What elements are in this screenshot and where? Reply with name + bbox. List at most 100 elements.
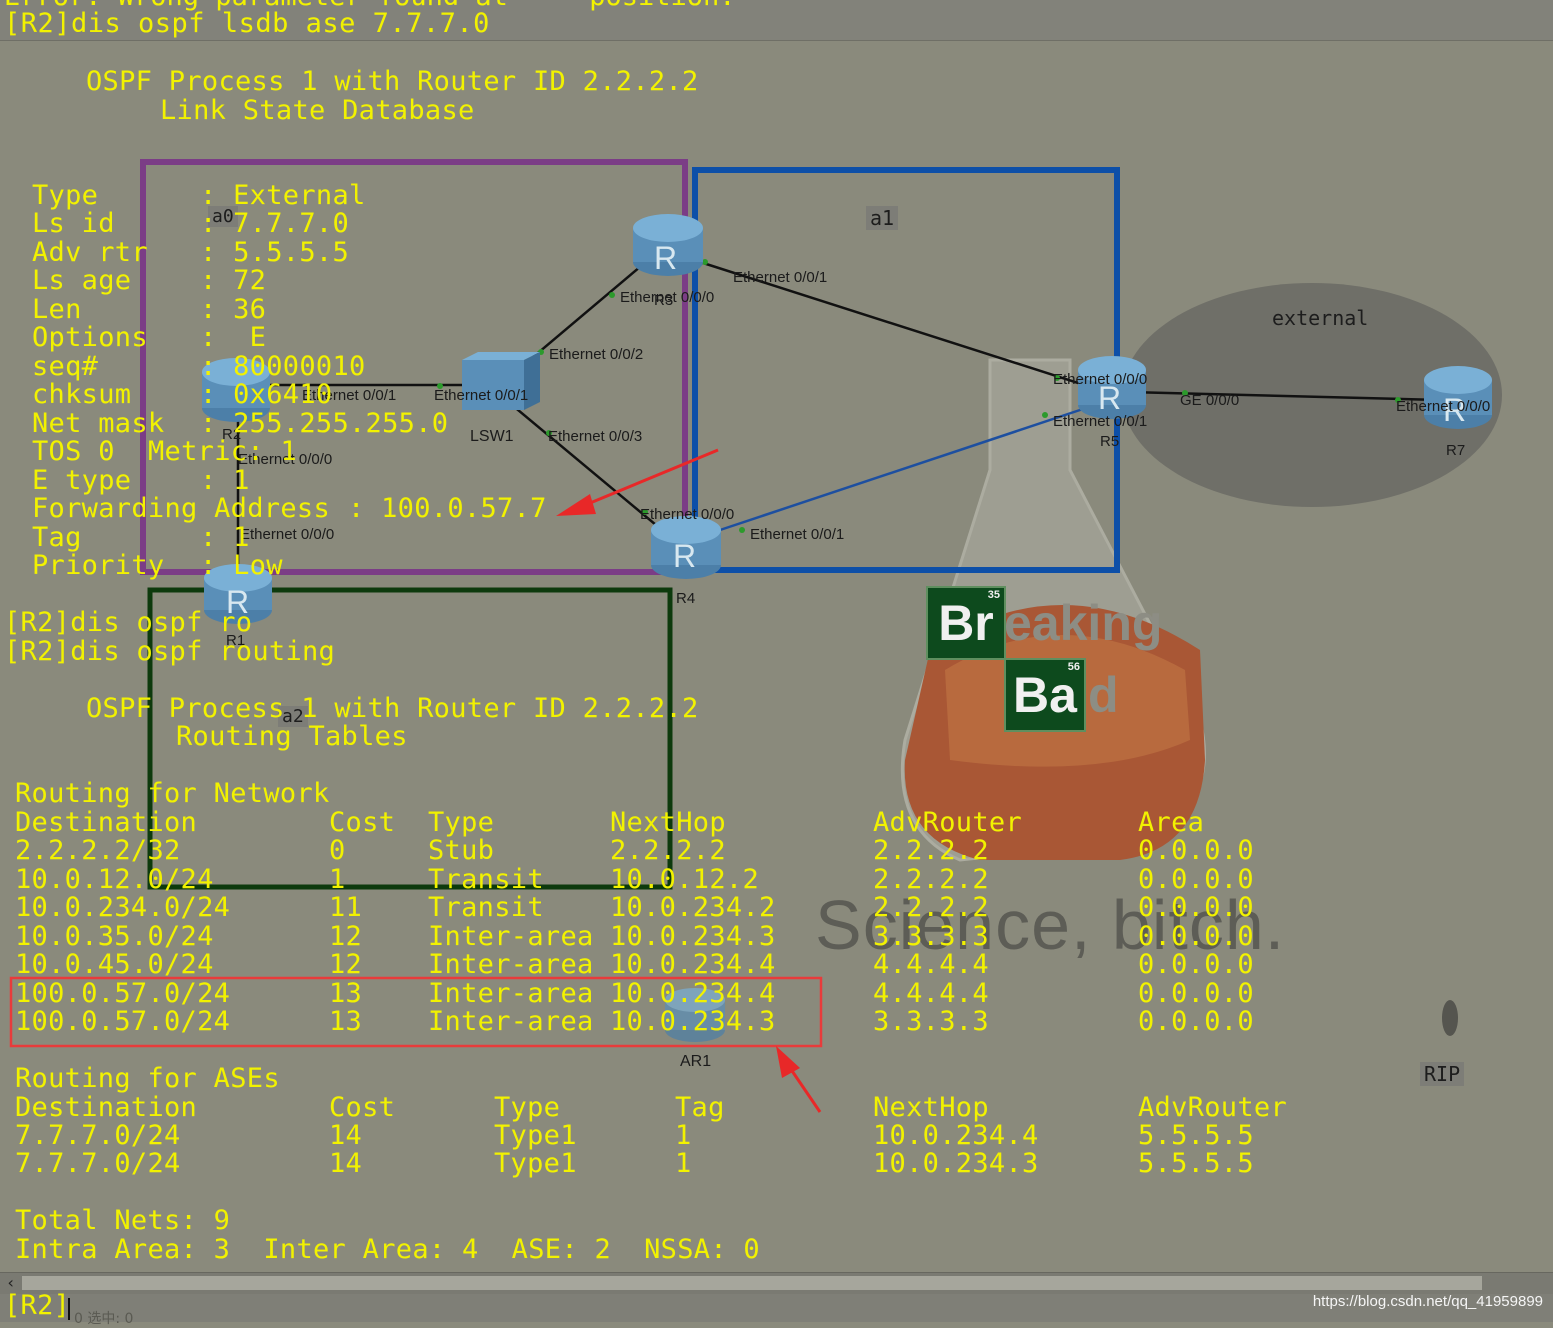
table-cell: 0.0.0.0 <box>1138 921 1254 952</box>
area-summary-line: Intra Area: 3 Inter Area: 4 ASE: 2 NSSA:… <box>15 1234 760 1265</box>
table-cell: 10.0.12.0/24 <box>15 864 214 895</box>
table-cell: 5.5.5.5 <box>1138 1120 1254 1151</box>
lsdb-field-label: Type <box>32 180 99 211</box>
wallpaper-rest2: d <box>1088 667 1119 723</box>
command-history-1: [R2]dis ospf ro <box>4 607 253 638</box>
table-cell: 10.0.234.3 <box>610 1006 776 1037</box>
lsdb-field-value: : 5.5.5.5 <box>200 237 349 268</box>
port-label: Ethernet 0/0/0 <box>640 506 735 523</box>
table-cell: 10.0.234.2 <box>610 892 776 923</box>
device-label-r5: R5 <box>1100 433 1120 450</box>
lsdb-field-label: Forwarding Address <box>32 493 330 524</box>
wallpaper-num-35: 35 <box>987 589 1000 601</box>
lsdb-field-value: : 255.255.255.0 <box>200 408 449 439</box>
table-cell: 1 <box>675 1148 692 1179</box>
lsdb-field-value: : External <box>200 180 366 211</box>
table-cell: 3.3.3.3 <box>873 921 989 952</box>
column-header: NextHop <box>610 807 726 838</box>
lsdb-field-label: Net mask <box>32 408 165 439</box>
lsdb-header-line1: OSPF Process 1 with Router ID 2.2.2.2 <box>86 66 699 97</box>
port-label: Ethernet 0/0/1 <box>1053 413 1148 430</box>
input-prompt[interactable]: [R2] <box>4 1291 70 1321</box>
table-cell: 13 <box>329 1006 363 1037</box>
table-cell: 2.2.2.2 <box>610 835 726 866</box>
external-area-label: external <box>1272 306 1369 330</box>
lsdb-field-value: : 7.7.7.0 <box>200 208 349 239</box>
lsdb-field-value: : 0x6410 <box>200 379 333 410</box>
table-cell: Inter-area <box>428 949 594 980</box>
lsdb-field-value: : E <box>200 322 267 353</box>
lsdb-field-label: Len <box>32 294 82 325</box>
lsdb-field-value: : 36 <box>200 294 267 325</box>
arrow-to-highlight <box>776 1046 822 1113</box>
port-label: Ethernet 0/0/0 <box>1396 398 1491 415</box>
lsdb-field-value: : 72 <box>200 265 267 296</box>
table-cell: 0.0.0.0 <box>1138 835 1254 866</box>
port-label: Ethernet 0/0/1 <box>733 269 828 286</box>
column-header: Cost <box>329 1092 396 1123</box>
lsdb-field-label: chksum <box>32 379 132 410</box>
table-cell: 0.0.0.0 <box>1138 949 1254 980</box>
port-label: Ethernet 0/0/2 <box>549 346 644 363</box>
wallpaper-rest1: eaking <box>1004 595 1163 651</box>
table-cell: 2.2.2.2/32 <box>15 835 181 866</box>
table-cell: Inter-area <box>428 921 594 952</box>
wallpaper-logo-br: Br 35 <box>926 586 1006 660</box>
text-cursor <box>68 1298 70 1320</box>
total-nets-line: Total Nets: 9 <box>15 1205 231 1236</box>
column-header: Type <box>494 1092 561 1123</box>
table-cell: 13 <box>329 978 363 1009</box>
horizontal-scrollbar[interactable]: ‹ <box>0 1272 1553 1295</box>
rip-area-label: RIP <box>1420 1062 1465 1086</box>
wallpaper-logo-ba: Ba 56 <box>1004 658 1086 732</box>
device-label-r4: R4 <box>676 590 696 607</box>
table-cell: 10.0.234.3 <box>610 921 776 952</box>
status-hint: 0 选中: 0 <box>74 1311 134 1327</box>
table-cell: 10.0.45.0/24 <box>15 949 214 980</box>
column-header: AdvRouter <box>1138 1092 1287 1123</box>
port-label: Ethernet 0/0/1 <box>750 526 845 543</box>
column-header: Tag <box>675 1092 725 1123</box>
table-cell: 2.2.2.2 <box>873 864 989 895</box>
table-cell: 10.0.234.4 <box>610 978 776 1009</box>
table-cell: 0.0.0.0 <box>1138 864 1254 895</box>
table-cell: 0.0.0.0 <box>1138 892 1254 923</box>
table-cell: 10.0.234.4 <box>610 949 776 980</box>
column-header: Area <box>1138 807 1205 838</box>
table-cell: 10.0.234.0/24 <box>15 892 231 923</box>
table-cell: 12 <box>329 921 363 952</box>
column-header: Destination <box>15 1092 198 1123</box>
lsdb-field-label: Priority <box>32 550 165 581</box>
table-cell: Transit <box>428 864 544 895</box>
column-header: Destination <box>15 807 198 838</box>
lsdb-field-value: : 100.0.57.7 <box>348 493 547 524</box>
table-cell: 5.5.5.5 <box>1138 1148 1254 1179</box>
device-label-lsw1: LSW1 <box>470 428 514 445</box>
table-cell: 2.2.2.2 <box>873 835 989 866</box>
table-cell: 14 <box>329 1148 363 1179</box>
lsdb-field-label: Tag <box>32 522 82 553</box>
lsdb-field-value: : 1 <box>200 522 250 553</box>
device-label-ar1: AR1 <box>680 1053 712 1070</box>
lsdb-field-label: seq# <box>32 351 99 382</box>
table-cell: Type1 <box>494 1120 577 1151</box>
table-cell: 7.7.7.0/24 <box>15 1148 181 1179</box>
table-cell: 100.0.57.0/24 <box>15 978 231 1009</box>
column-header: NextHop <box>873 1092 989 1123</box>
port-label: Ethernet 0/0/0 <box>1053 371 1148 388</box>
lsdb-field-label: E type <box>32 465 132 496</box>
lsdb-field-value: : Low <box>200 550 283 581</box>
table-cell: 1 <box>675 1120 692 1151</box>
table-cell: 4.4.4.4 <box>873 978 989 1009</box>
column-header: Type <box>428 807 495 838</box>
scrollbar-thumb[interactable] <box>22 1276 1482 1290</box>
routing-header-line2: Routing Tables <box>176 721 408 752</box>
table-cell: 2.2.2.2 <box>873 892 989 923</box>
table-cell: 11 <box>329 892 363 923</box>
column-header: AdvRouter <box>873 807 1022 838</box>
table-cell: 10.0.234.3 <box>873 1148 1039 1179</box>
lsdb-field-label: TOS 0 <box>32 436 115 467</box>
routing-network-title: Routing for Network <box>15 778 330 809</box>
port-label: Ethernet 0/0/1 <box>434 387 529 404</box>
port-label: Ethernet 0/0/3 <box>548 428 643 445</box>
